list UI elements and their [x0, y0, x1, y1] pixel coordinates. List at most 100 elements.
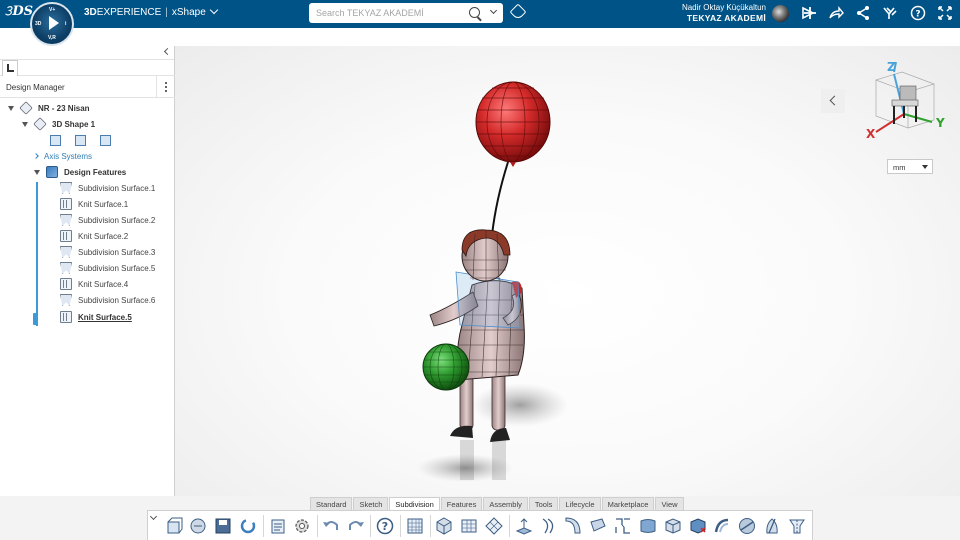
- compass-widget[interactable]: V+ 3D i V,R: [30, 2, 74, 46]
- chevron-right-icon[interactable]: [33, 153, 39, 159]
- extrude-icon[interactable]: [514, 516, 534, 536]
- compass-left-label: 3D: [35, 21, 42, 27]
- forward-icon[interactable]: [828, 5, 844, 21]
- user-info[interactable]: Nadir Oktay Küçükaltun TEKYAZ AKADEMİ: [682, 3, 766, 23]
- knit-tool-icon[interactable]: [712, 516, 732, 536]
- add-icon[interactable]: [802, 5, 818, 21]
- green-ball[interactable]: [422, 343, 470, 391]
- x-axis-label: X: [866, 127, 876, 141]
- action-bar-collapse-icon[interactable]: [149, 512, 158, 521]
- tree-item-shape[interactable]: 3D Shape 1: [22, 116, 95, 132]
- tag-icon[interactable]: [509, 3, 527, 21]
- surface-icon[interactable]: [539, 516, 559, 536]
- tab-lifecycle[interactable]: Lifecycle: [559, 497, 601, 510]
- tab-sketch[interactable]: Sketch: [353, 497, 389, 510]
- flat-surface-icon[interactable]: [588, 516, 608, 536]
- dassault-logo[interactable]: 𝟹DS: [4, 4, 33, 24]
- top-bar: 𝟹DS 3DEXPERIENCE|xShape Nadir Oktay Küçü…: [0, 0, 960, 28]
- tree-item-feature[interactable]: Knit Surface.2: [60, 228, 128, 244]
- more-options-icon[interactable]: [156, 76, 174, 98]
- mesh-icon[interactable]: [459, 516, 479, 536]
- expand-caret-icon[interactable]: [8, 105, 14, 111]
- tree-item-feature[interactable]: Knit Surface.4: [60, 276, 128, 292]
- expand-caret-icon[interactable]: [34, 169, 40, 175]
- tree-item-label: NR - 23 Nisan: [38, 103, 90, 113]
- insert-icon[interactable]: [188, 516, 208, 536]
- brand-rest: EXPERIENCE: [96, 7, 162, 18]
- settings-icon[interactable]: [292, 516, 312, 536]
- 3d-model[interactable]: [400, 70, 600, 490]
- svg-text:?: ?: [915, 10, 920, 20]
- knit-icon: [60, 198, 72, 210]
- current-feature-marker[interactable]: [33, 313, 38, 325]
- back-button[interactable]: [821, 89, 845, 113]
- undo-icon[interactable]: [321, 516, 341, 536]
- help-icon[interactable]: ?: [910, 5, 926, 21]
- tab-features[interactable]: Features: [440, 497, 483, 510]
- avatar[interactable]: [772, 5, 789, 22]
- apps-icon[interactable]: [882, 5, 898, 21]
- subdivision-icon: [60, 214, 72, 226]
- tree-item-feature[interactable]: Subdivision Surface.3: [60, 244, 155, 260]
- tree-item-feature[interactable]: Knit Surface.1: [60, 196, 128, 212]
- tree-item-design-features[interactable]: Design Features: [34, 164, 126, 180]
- tree-item-feature[interactable]: Subdivision Surface.2: [60, 212, 155, 228]
- panel-tab-row: [0, 60, 175, 76]
- tree-item-label: Axis Systems: [44, 151, 93, 161]
- refresh-icon[interactable]: [238, 516, 258, 536]
- properties-icon[interactable]: [268, 516, 288, 536]
- fullscreen-icon[interactable]: [937, 5, 953, 21]
- tab-subdivision[interactable]: Subdivision: [389, 497, 440, 510]
- tree-item-root[interactable]: NR - 23 Nisan: [8, 100, 90, 116]
- subdivision-icon: [60, 262, 72, 274]
- figure-head[interactable]: [461, 229, 511, 282]
- user-name: Nadir Oktay Küçükaltun: [681, 3, 766, 12]
- product-icon: [19, 101, 33, 115]
- tree-item-feature-selected[interactable]: Knit Surface.5: [60, 309, 132, 325]
- sweep-icon[interactable]: [563, 516, 583, 536]
- tree-item-feature[interactable]: Subdivision Surface.1: [60, 180, 155, 196]
- sphere-icon[interactable]: [737, 516, 757, 536]
- tab-tools[interactable]: Tools: [528, 497, 559, 510]
- blend-icon[interactable]: [613, 516, 633, 536]
- tab-view[interactable]: View: [655, 497, 684, 510]
- tenant-name: TEKYAZ AKADEMİ: [686, 13, 766, 23]
- expand-caret-icon[interactable]: [22, 121, 28, 127]
- search-input[interactable]: [316, 8, 466, 18]
- tree-item-feature[interactable]: Subdivision Surface.5: [60, 260, 155, 276]
- play-icon: [49, 16, 59, 30]
- tab-assembly[interactable]: Assembly: [483, 497, 528, 510]
- cube-icon[interactable]: [434, 516, 454, 536]
- red-balloon[interactable]: [475, 81, 551, 167]
- yz-plane-icon[interactable]: [75, 134, 86, 146]
- search-scope-chevron-icon[interactable]: [489, 6, 498, 15]
- mirror-icon[interactable]: [787, 516, 807, 536]
- plane-icons-row: [50, 132, 125, 148]
- new-shape-icon[interactable]: [164, 516, 184, 536]
- tree-item-label: Design Features: [64, 167, 127, 177]
- split-icon[interactable]: [762, 516, 782, 536]
- tree-tab-icon[interactable]: [2, 60, 18, 76]
- help-icon[interactable]: ?: [375, 516, 395, 536]
- close-surface-icon[interactable]: [688, 516, 708, 536]
- tree-item-label: Subdivision Surface.1: [78, 183, 156, 193]
- tab-standard[interactable]: Standard: [310, 497, 353, 510]
- search-icon[interactable]: [469, 7, 480, 18]
- thickness-icon[interactable]: [663, 516, 683, 536]
- network-icon[interactable]: [855, 5, 871, 21]
- app-title[interactable]: 3DEXPERIENCE | xShape: [84, 5, 219, 18]
- fill-icon[interactable]: [638, 516, 658, 536]
- zx-plane-icon[interactable]: [100, 134, 111, 146]
- redo-icon[interactable]: [346, 516, 366, 536]
- tree-item-axis-systems[interactable]: Axis Systems: [33, 148, 93, 164]
- tab-marketplace[interactable]: Marketplace: [601, 497, 655, 510]
- subdivision-icon: [60, 246, 72, 258]
- grid-icon[interactable]: [405, 516, 425, 536]
- tree-item-label: Knit Surface.1: [78, 199, 129, 209]
- knit-icon: [60, 230, 72, 242]
- save-icon[interactable]: [213, 516, 233, 536]
- unit-select[interactable]: mm: [887, 159, 933, 174]
- tree-item-feature[interactable]: Subdivision Surface.6: [60, 292, 155, 308]
- subdivide-icon[interactable]: [484, 516, 504, 536]
- xy-plane-icon[interactable]: [50, 134, 61, 146]
